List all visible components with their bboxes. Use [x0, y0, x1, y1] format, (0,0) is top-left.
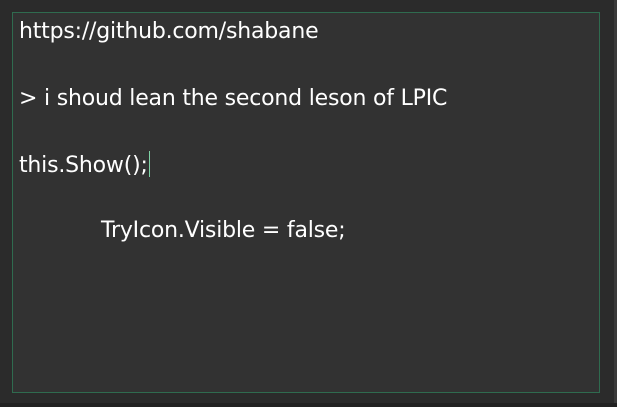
text-caret: [148, 151, 150, 177]
editor-line-1-text: https://github.com/shabane: [19, 19, 319, 44]
text-editor[interactable]: https://github.com/shabane > i shoud lea…: [12, 12, 600, 393]
editor-line-4[interactable]: TryIcon.Visible = false;: [101, 217, 346, 245]
editor-line-4-text: TryIcon.Visible = false;: [101, 218, 346, 243]
editor-line-1[interactable]: https://github.com/shabane: [19, 18, 319, 46]
editor-line-2-text: > i shoud lean the second leson of LPIC: [19, 86, 448, 111]
window-frame-bottom: [0, 403, 617, 407]
app-window: https://github.com/shabane > i shoud lea…: [0, 0, 617, 407]
editor-line-3-text: this.Show();: [19, 153, 148, 178]
editor-line-3[interactable]: this.Show();: [19, 151, 150, 180]
editor-line-2[interactable]: > i shoud lean the second leson of LPIC: [19, 85, 447, 113]
